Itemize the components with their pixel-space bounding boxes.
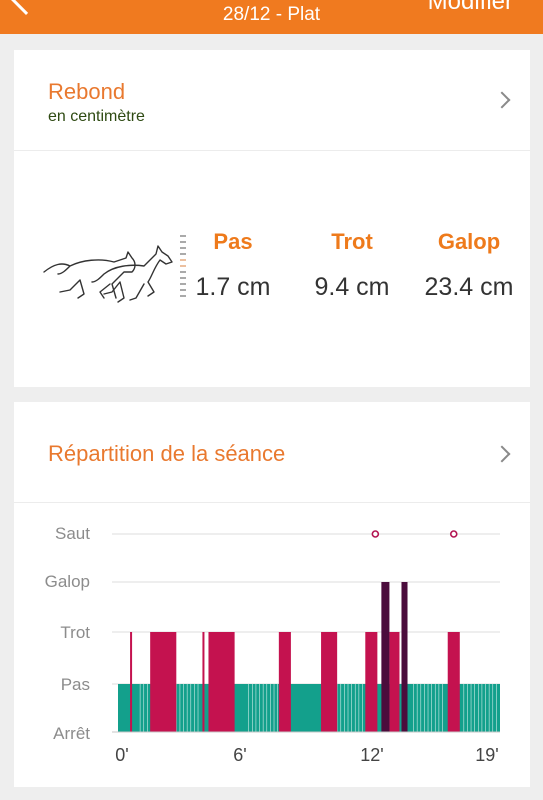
top-bar: 28/12 - Plat Modifier [0,0,543,34]
trot-bar [150,632,177,732]
modify-button[interactable]: Modifier [428,0,513,16]
gait-name-galop: Galop [437,229,501,254]
galop-bar [381,582,390,732]
trot-bar [389,632,400,732]
session-chart [112,530,500,733]
gait-value-galop: 23.4 cm [424,273,514,301]
rebond-subtitle: en centimètre [48,108,145,125]
saut-point [449,530,458,538]
trot-bar [208,632,235,732]
gait-value-pas: 1.7 cm [195,273,271,301]
gait-name-trot: Trot [331,229,373,254]
chevron-right-icon[interactable] [493,91,511,109]
trot-bar [321,632,338,732]
rebond-title: Rebond [48,79,126,104]
trot-bar [365,632,378,732]
gait-name-pas: Pas [213,229,253,254]
x-tick-19: 19' [475,745,499,765]
repartition-card[interactable]: Répartition de la séance Saut Galop Trot… [14,402,530,787]
trot-bar [130,632,133,732]
x-tick-0: 0' [115,745,129,765]
trot-bar [202,632,205,732]
galop-bar [401,582,408,732]
x-tick-6: 6' [233,745,247,765]
x-tick-12: 12' [360,745,384,765]
trot-bar [447,632,460,732]
horses-galloping-icon [43,235,186,303]
gait-value-trot: 9.4 cm [314,273,390,301]
divider [14,150,530,151]
saut-point [371,530,380,538]
rebond-card[interactable]: Rebond en centimètre Pas Trot Galop 1.7 … [14,50,530,387]
trot-bar [278,632,291,732]
